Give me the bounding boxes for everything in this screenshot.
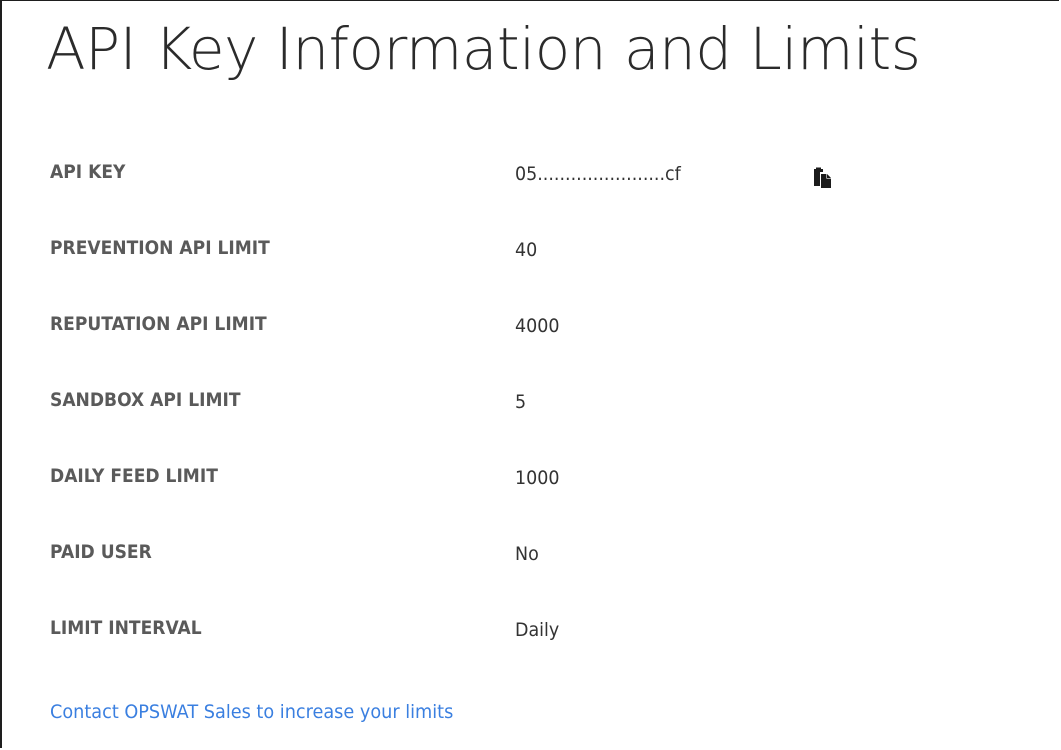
copy-api-key-button[interactable] bbox=[811, 167, 833, 189]
limit-interval-value: Daily bbox=[515, 619, 560, 641]
daily-feed-limit-label: DAILY FEED LIMIT bbox=[50, 465, 218, 487]
reputation-api-limit-label: REPUTATION API LIMIT bbox=[50, 313, 267, 335]
row-prevention-api-limit: PREVENTION API LIMIT 40 bbox=[50, 227, 950, 303]
paid-user-label: PAID USER bbox=[50, 541, 152, 563]
row-limit-interval: LIMIT INTERVAL Daily bbox=[50, 607, 950, 683]
row-paid-user: PAID USER No bbox=[50, 531, 950, 607]
sandbox-api-limit-label: SANDBOX API LIMIT bbox=[50, 389, 241, 411]
reputation-api-limit-value: 4000 bbox=[515, 315, 560, 337]
page-title: API Key Information and Limits bbox=[46, 15, 921, 83]
api-info-table: API KEY 05.......................cf PREV… bbox=[50, 151, 950, 683]
row-reputation-api-limit: REPUTATION API LIMIT 4000 bbox=[50, 303, 950, 379]
row-sandbox-api-limit: SANDBOX API LIMIT 5 bbox=[50, 379, 950, 455]
prevention-api-limit-label: PREVENTION API LIMIT bbox=[50, 237, 270, 259]
paid-user-value: No bbox=[515, 543, 539, 565]
sandbox-api-limit-value: 5 bbox=[515, 391, 527, 413]
daily-feed-limit-value: 1000 bbox=[515, 467, 560, 489]
row-api-key: API KEY 05.......................cf bbox=[50, 151, 950, 227]
api-key-label: API KEY bbox=[50, 161, 126, 183]
limit-interval-label: LIMIT INTERVAL bbox=[50, 617, 202, 639]
page-frame: API Key Information and Limits API KEY 0… bbox=[0, 0, 1059, 748]
api-key-value: 05.......................cf bbox=[515, 163, 681, 185]
row-daily-feed-limit: DAILY FEED LIMIT 1000 bbox=[50, 455, 950, 531]
prevention-api-limit-value: 40 bbox=[515, 239, 538, 261]
contact-sales-link[interactable]: Contact OPSWAT Sales to increase your li… bbox=[50, 701, 453, 723]
copy-icon bbox=[814, 167, 831, 188]
